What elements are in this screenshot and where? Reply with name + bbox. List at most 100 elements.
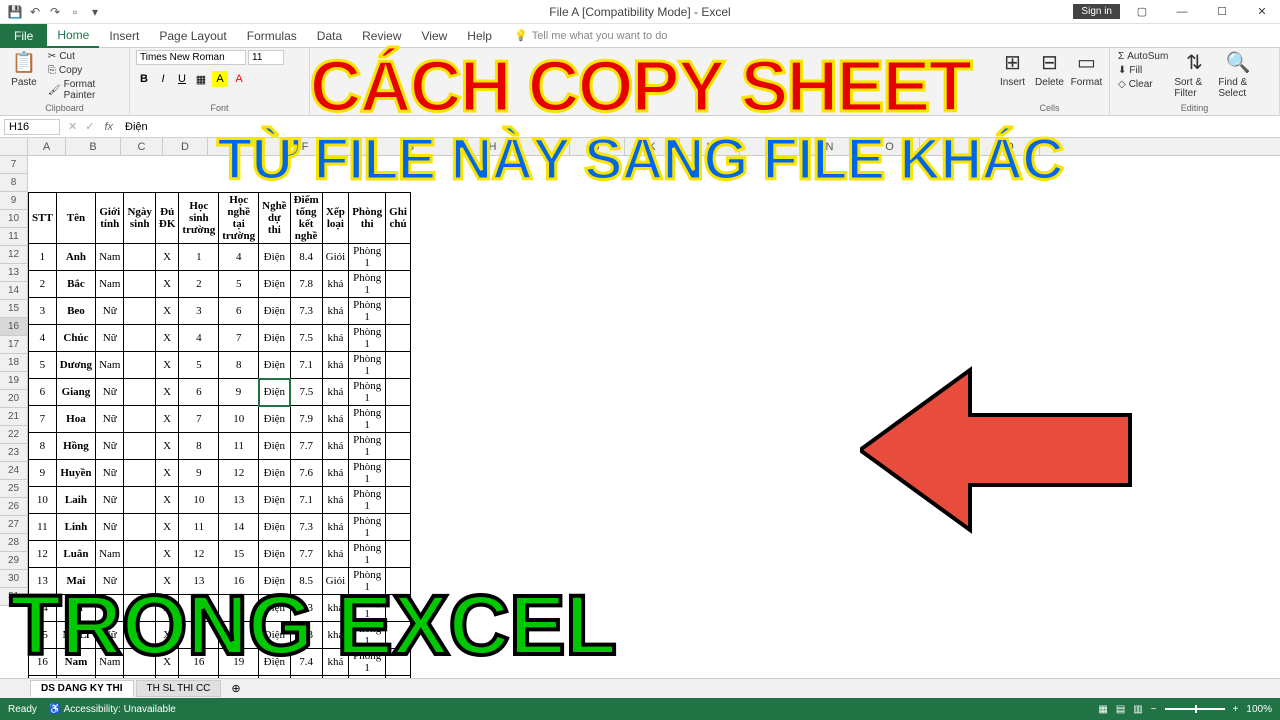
close-button[interactable]: ✕ (1244, 0, 1280, 24)
cell[interactable]: Giang (56, 379, 95, 406)
cell[interactable]: Điện (259, 271, 290, 298)
cell[interactable]: 11 (29, 514, 57, 541)
cell[interactable]: 8 (179, 433, 219, 460)
cell[interactable] (386, 325, 411, 352)
fx-icon[interactable]: fx (98, 121, 119, 133)
cell[interactable] (124, 406, 155, 433)
cell[interactable]: Phòng 1 (349, 244, 386, 271)
cell[interactable] (386, 244, 411, 271)
cell[interactable]: 6 (219, 298, 259, 325)
cell[interactable]: Điện (259, 595, 290, 622)
cell[interactable]: Điện (259, 298, 290, 325)
enter-formula-icon[interactable]: ✓ (81, 120, 98, 133)
cell[interactable] (386, 568, 411, 595)
col-header[interactable]: E (208, 138, 258, 155)
row-header[interactable]: 25 (0, 480, 28, 498)
formula-input[interactable] (119, 119, 1280, 135)
col-header[interactable]: F (258, 138, 353, 155)
cell[interactable]: Hồng (56, 433, 95, 460)
row-header[interactable]: 14 (0, 282, 28, 300)
row-header[interactable]: 28 (0, 534, 28, 552)
cell[interactable]: 7.8 (290, 271, 322, 298)
cell[interactable]: X (155, 244, 179, 271)
cell[interactable]: 4 (179, 325, 219, 352)
cell[interactable]: 10 (29, 487, 57, 514)
format-painter-button[interactable]: 🖌 Format Painter (46, 78, 123, 102)
cell[interactable]: X (155, 487, 179, 514)
cell[interactable]: 10 (219, 406, 259, 433)
cell[interactable]: 6 (29, 379, 57, 406)
cell[interactable]: 3 (179, 298, 219, 325)
cell[interactable]: Nữ (96, 433, 124, 460)
cell[interactable]: Na (56, 595, 95, 622)
row-header[interactable]: 18 (0, 354, 28, 372)
cell[interactable] (386, 541, 411, 568)
cell[interactable]: 7.3 (290, 595, 322, 622)
row-header[interactable]: 15 (0, 300, 28, 318)
cell[interactable] (124, 433, 155, 460)
cell[interactable]: Linh (56, 514, 95, 541)
cell[interactable]: 7.4 (290, 649, 322, 676)
cell[interactable]: X (155, 325, 179, 352)
insert-cells-button[interactable]: ⊞Insert (996, 50, 1029, 88)
delete-cells-button[interactable]: ⊟Delete (1033, 50, 1066, 88)
zoom-level[interactable]: 100% (1246, 704, 1272, 715)
col-header[interactable]: B (66, 138, 121, 155)
cell[interactable]: 8 (29, 433, 57, 460)
cell[interactable]: 14 (179, 595, 219, 622)
cell[interactable]: Phòng 1 (349, 352, 386, 379)
cell[interactable]: 7.3 (290, 298, 322, 325)
cell[interactable]: khá (322, 433, 349, 460)
tab-review[interactable]: Review (352, 25, 411, 47)
cell[interactable] (124, 460, 155, 487)
zoom-in-button[interactable]: + (1233, 704, 1239, 715)
cell[interactable] (124, 271, 155, 298)
table-header[interactable]: Phòng thi (349, 193, 386, 244)
cell[interactable]: 10 (179, 487, 219, 514)
cell[interactable]: 13 (179, 568, 219, 595)
cell[interactable]: X (155, 595, 179, 622)
cell[interactable] (124, 568, 155, 595)
cell[interactable]: Nữ (96, 298, 124, 325)
cell[interactable]: Điện (259, 325, 290, 352)
cell[interactable]: 1 (29, 244, 57, 271)
cell[interactable]: Nữ (96, 460, 124, 487)
cell[interactable]: Nam (96, 271, 124, 298)
cell[interactable]: Điện (259, 244, 290, 271)
cell[interactable]: 14 (219, 514, 259, 541)
cell[interactable]: 8.5 (290, 568, 322, 595)
cell[interactable]: 1 (179, 244, 219, 271)
maximize-button[interactable]: ☐ (1204, 0, 1240, 24)
row-header[interactable]: 24 (0, 462, 28, 480)
cell[interactable]: 7 (179, 406, 219, 433)
row-header[interactable]: 29 (0, 552, 28, 570)
cell[interactable]: Nam (56, 649, 95, 676)
cell[interactable]: Nam (96, 541, 124, 568)
cell[interactable]: Nam (96, 244, 124, 271)
cell[interactable]: khá (322, 595, 349, 622)
cell[interactable]: khá (322, 649, 349, 676)
cell[interactable]: 8 (219, 352, 259, 379)
row-header[interactable]: 21 (0, 408, 28, 426)
row-header[interactable]: 19 (0, 372, 28, 390)
cell[interactable]: 16 (219, 568, 259, 595)
cell[interactable]: Nữ (96, 622, 124, 649)
cell[interactable]: 7.3 (290, 514, 322, 541)
sort-filter-button[interactable]: ⇅Sort & Filter (1174, 50, 1214, 99)
cell[interactable]: Điện (259, 649, 290, 676)
tab-help[interactable]: Help (457, 25, 502, 47)
cell[interactable]: X (155, 433, 179, 460)
tab-file[interactable]: File (0, 24, 47, 48)
cell[interactable]: 2 (179, 271, 219, 298)
cell[interactable] (124, 379, 155, 406)
cell[interactable]: X (155, 406, 179, 433)
cell[interactable]: Phòng 1 (349, 298, 386, 325)
cell[interactable]: Phòng 1 (349, 514, 386, 541)
cell[interactable] (386, 622, 411, 649)
cell[interactable]: Phòng 1 (349, 568, 386, 595)
qat-icon[interactable]: ▫ (68, 5, 82, 19)
col-header[interactable]: J (570, 138, 625, 155)
col-header[interactable]: O (860, 138, 920, 155)
row-header[interactable]: 17 (0, 336, 28, 354)
tell-me-search[interactable]: 💡 Tell me what you want to do (514, 29, 667, 42)
